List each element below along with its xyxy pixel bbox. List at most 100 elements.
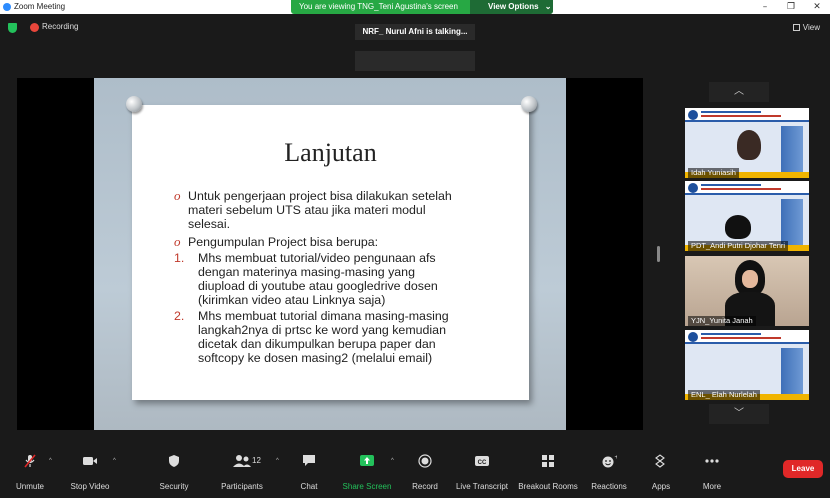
window-title: Zoom Meeting [14, 2, 66, 11]
participants-button[interactable]: 12 Participants [218, 454, 266, 494]
chevron-up-icon: ^ [113, 458, 116, 464]
number-label: 2. [174, 309, 185, 323]
header-line [701, 184, 761, 186]
meeting-toolbar: Unmute ^ Stop Video ^ Security 12 Partic… [0, 448, 830, 498]
bullet-marker: o [174, 234, 181, 249]
slide-header-graphic [685, 330, 809, 344]
gallery-scroll-down-button[interactable]: ﹀ [709, 404, 769, 424]
reactions-button[interactable]: + Reactions [590, 454, 628, 494]
participants-label: Participants [221, 482, 263, 491]
numbered-line: diupload di youtube atau googledrive dos… [198, 279, 438, 293]
university-logo-icon [688, 110, 698, 120]
svg-text:CC: CC [478, 460, 487, 466]
header-line [701, 188, 781, 190]
building-graphic [781, 126, 803, 172]
chevron-up-icon: ^ [391, 458, 394, 464]
participants-count: 12 [252, 456, 261, 465]
numbered-line: dengan materinya masing-masing yang [198, 265, 415, 279]
slide-bullet-1: o Untuk pengerjaan project bisa dilakuka… [174, 189, 508, 232]
breakout-rooms-label: Breakout Rooms [518, 482, 578, 491]
talking-indicator-backdrop [355, 51, 475, 71]
slide-paper: Lanjutan o Untuk pengerjaan project bisa… [126, 96, 537, 400]
more-dots-icon [705, 459, 719, 463]
title-bar: Zoom Meeting You are viewing TNG_Teni Ag… [0, 0, 830, 14]
participant-name: YJN_Yunita Janah [688, 316, 756, 326]
presentation-slide: Lanjutan o Untuk pengerjaan project bisa… [94, 78, 566, 430]
video-options-caret[interactable]: ^ [108, 454, 118, 494]
view-label: View [802, 23, 820, 32]
participant-tile[interactable]: PDT_Andi Putri Djohar Tenri [685, 181, 809, 251]
participant-video-face [737, 130, 761, 160]
reactions-label: Reactions [591, 482, 627, 491]
more-button[interactable]: More [697, 454, 727, 494]
breakout-rooms-icon [542, 455, 554, 467]
leave-button[interactable]: Leave [783, 460, 823, 478]
chevron-down-icon: ﹀ [734, 408, 744, 419]
gallery-resize-handle[interactable] [657, 246, 660, 262]
svg-text:+: + [615, 455, 618, 461]
chat-button[interactable]: Chat [294, 454, 324, 494]
security-button[interactable]: Security [154, 454, 194, 494]
video-camera-icon [83, 457, 97, 465]
view-button[interactable]: View [792, 23, 820, 32]
record-button[interactable]: Record [408, 454, 442, 494]
participant-tile[interactable]: Idah Yuniasih [685, 108, 809, 178]
participant-name: Idah Yuniasih [688, 168, 739, 178]
participant-video-face [742, 270, 758, 288]
share-screen-label: Share Screen [342, 482, 392, 491]
header-line [701, 111, 761, 113]
header-line [701, 333, 761, 335]
slide-title: Lanjutan [284, 138, 377, 167]
apps-label: Apps [651, 482, 671, 491]
chat-bubble-icon [303, 455, 315, 466]
live-transcript-label: Live Transcript [455, 482, 509, 491]
share-screen-button[interactable]: Share Screen [342, 454, 392, 494]
slide-numbered-1: 1. Mhs membuat tutorial/video pengunaan … [174, 251, 508, 307]
participants-options-caret[interactable]: ^ [271, 454, 281, 494]
numbered-line: Mhs membuat tutorial/video pengunaan afs [198, 251, 436, 265]
bullet-line: Pengumpulan Project bisa berupa: [188, 235, 379, 249]
building-graphic [781, 348, 803, 394]
number-label: 1. [174, 251, 185, 265]
university-logo-icon [688, 332, 698, 342]
bullet-line: Untuk pengerjaan project bisa dilakukan … [188, 189, 452, 203]
encryption-shield-icon[interactable] [8, 23, 17, 33]
pushpin-left-icon [126, 96, 142, 112]
record-label: Record [412, 482, 438, 491]
minimize-button[interactable]: – [752, 0, 778, 14]
gallery-scroll-up-button[interactable]: ︿ [709, 82, 769, 102]
restore-button[interactable]: ❐ [778, 0, 804, 14]
view-options-button[interactable]: View Options ⌄ [470, 0, 553, 14]
share-screen-icon [360, 455, 374, 466]
security-shield-icon [169, 455, 179, 467]
bullet-line: materi sebelum UTS atau jika materi modu… [188, 203, 426, 217]
slide-numbered-2: 2. Mhs membuat tutorial dimana masing-ma… [174, 309, 508, 365]
numbered-line: dicetak dan dikumpulkan berupa paper dan [198, 337, 436, 351]
audio-options-caret[interactable]: ^ [44, 454, 54, 494]
header-line [701, 115, 781, 117]
stop-video-button[interactable]: Stop Video [66, 454, 114, 494]
zoom-logo-icon [3, 3, 11, 11]
numbered-line: (kirimkan video atau Linknya saja) [198, 293, 386, 307]
slide-bullet-2: o Pengumpulan Project bisa berupa: [174, 235, 508, 250]
sharing-banner: You are viewing TNG_Teni Agustina's scre… [291, 0, 553, 14]
participant-tile[interactable]: ENL_ Elah Nurlelah [685, 330, 809, 400]
header-line [701, 337, 781, 339]
live-transcript-button[interactable]: CC Live Transcript [454, 454, 510, 494]
apps-icon [655, 454, 665, 468]
breakout-rooms-button[interactable]: Breakout Rooms [518, 454, 578, 494]
closed-caption-icon: CC [475, 456, 489, 466]
shared-screen: Lanjutan o Untuk pengerjaan project bisa… [17, 78, 643, 430]
numbered-line: Mhs membuat tutorial dimana masing-masin… [198, 309, 449, 323]
participant-name: ENL_ Elah Nurlelah [688, 390, 760, 400]
close-button[interactable]: ✕ [804, 0, 830, 14]
chevron-down-icon: ⌄ [544, 2, 552, 11]
share-options-caret[interactable]: ^ [386, 454, 396, 494]
participant-tile[interactable]: YJN_Yunita Janah [685, 256, 809, 326]
slide-header-graphic [685, 108, 809, 122]
pushpin-right-icon [521, 96, 537, 112]
sharing-banner-text: You are viewing TNG_Teni Agustina's scre… [299, 2, 458, 11]
numbered-line: langkah2nya di prtsc ke word yang kemudi… [198, 323, 446, 337]
apps-button[interactable]: Apps [646, 454, 676, 494]
numbered-line: softcopy ke dosen masing2 (melalui email… [198, 351, 433, 365]
